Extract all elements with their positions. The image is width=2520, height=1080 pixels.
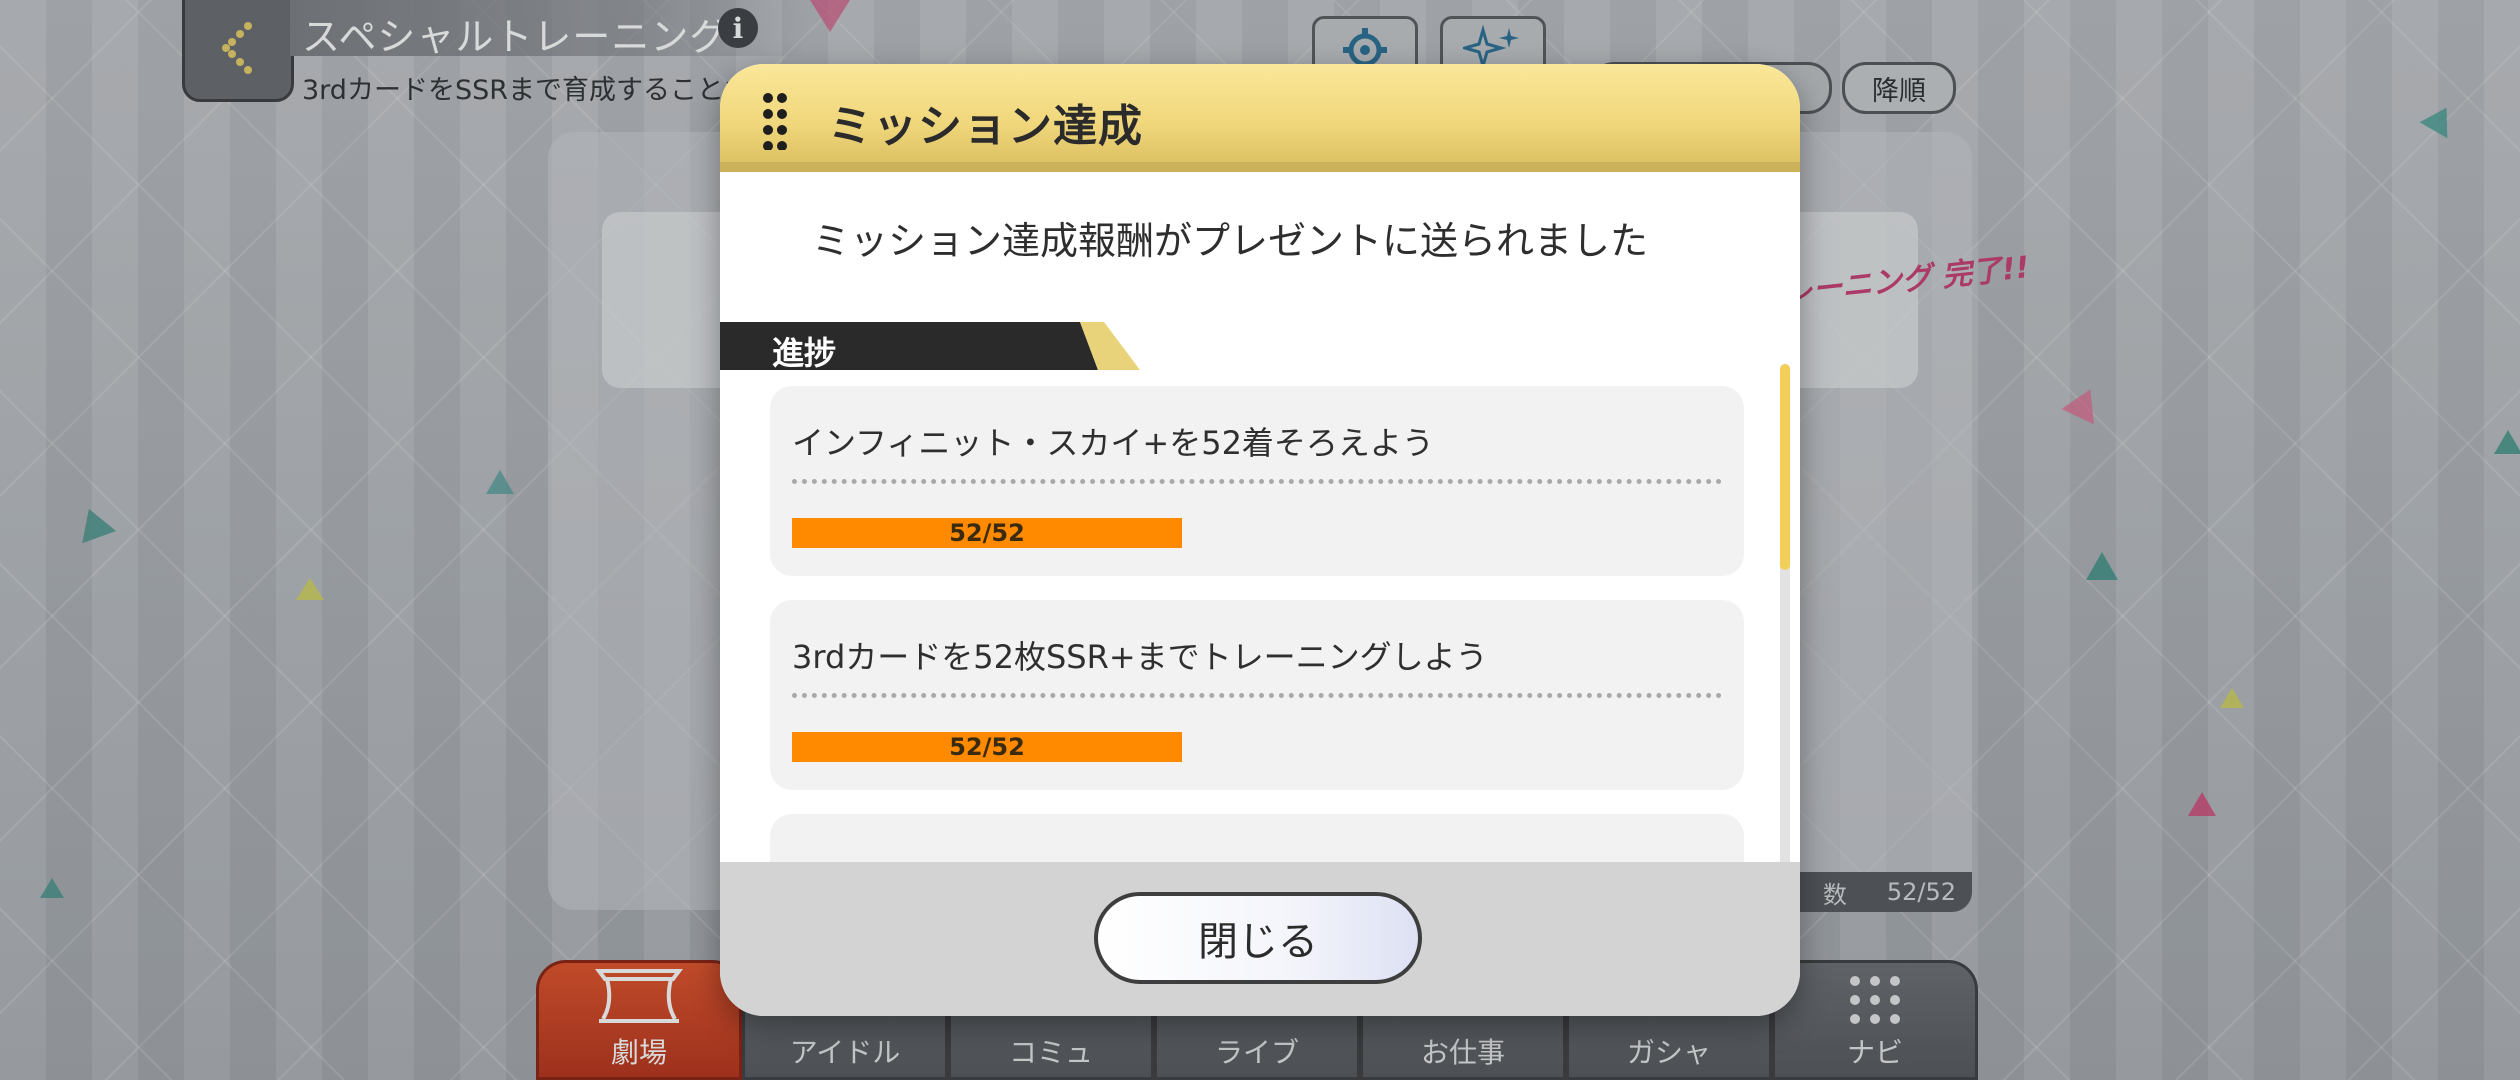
mission-divider [792,479,1722,484]
drag-handle-icon [763,93,787,150]
close-button[interactable]: 閉じる [1094,892,1422,984]
scrollbar[interactable] [1780,364,1790,904]
mission-card: 3rdカードを52枚SSR+までトレーニングしよう 52/52 [770,600,1744,790]
progress-text: 52/52 [949,519,1025,547]
header-shade [720,162,1800,172]
mission-title: インフィニット・スカイ+を52着そろえよう [792,424,1434,462]
progress-section-label: 進捗 [720,322,1140,372]
dialog-header: ミッション達成 [720,64,1800,172]
scrollbar-thumb[interactable] [1780,364,1790,570]
progress-bar: 52/52 [792,518,1182,548]
dialog-footer: 閉じる [720,862,1800,1016]
progress-bar: 52/52 [792,732,1182,762]
mission-complete-dialog: ミッション達成 ミッション達成報酬がプレゼントに送られました 進捗 インフィニッ… [720,64,1800,1016]
progress-text: 52/52 [949,733,1025,761]
mission-list[interactable]: インフィニット・スカイ+を52着そろえよう 52/52 3rdカードを52枚SS… [720,386,1800,902]
reward-message: ミッション達成報酬がプレゼントに送られました [812,219,1649,263]
mission-title: 3rdカードを52枚SSR+までトレーニングしよう [792,638,1488,676]
mission-divider [792,693,1722,698]
section-label-text: 進捗 [772,334,837,372]
mission-card: インフィニット・スカイ+を52着そろえよう 52/52 [770,386,1744,576]
dialog-title: ミッション達成 [828,101,1143,152]
